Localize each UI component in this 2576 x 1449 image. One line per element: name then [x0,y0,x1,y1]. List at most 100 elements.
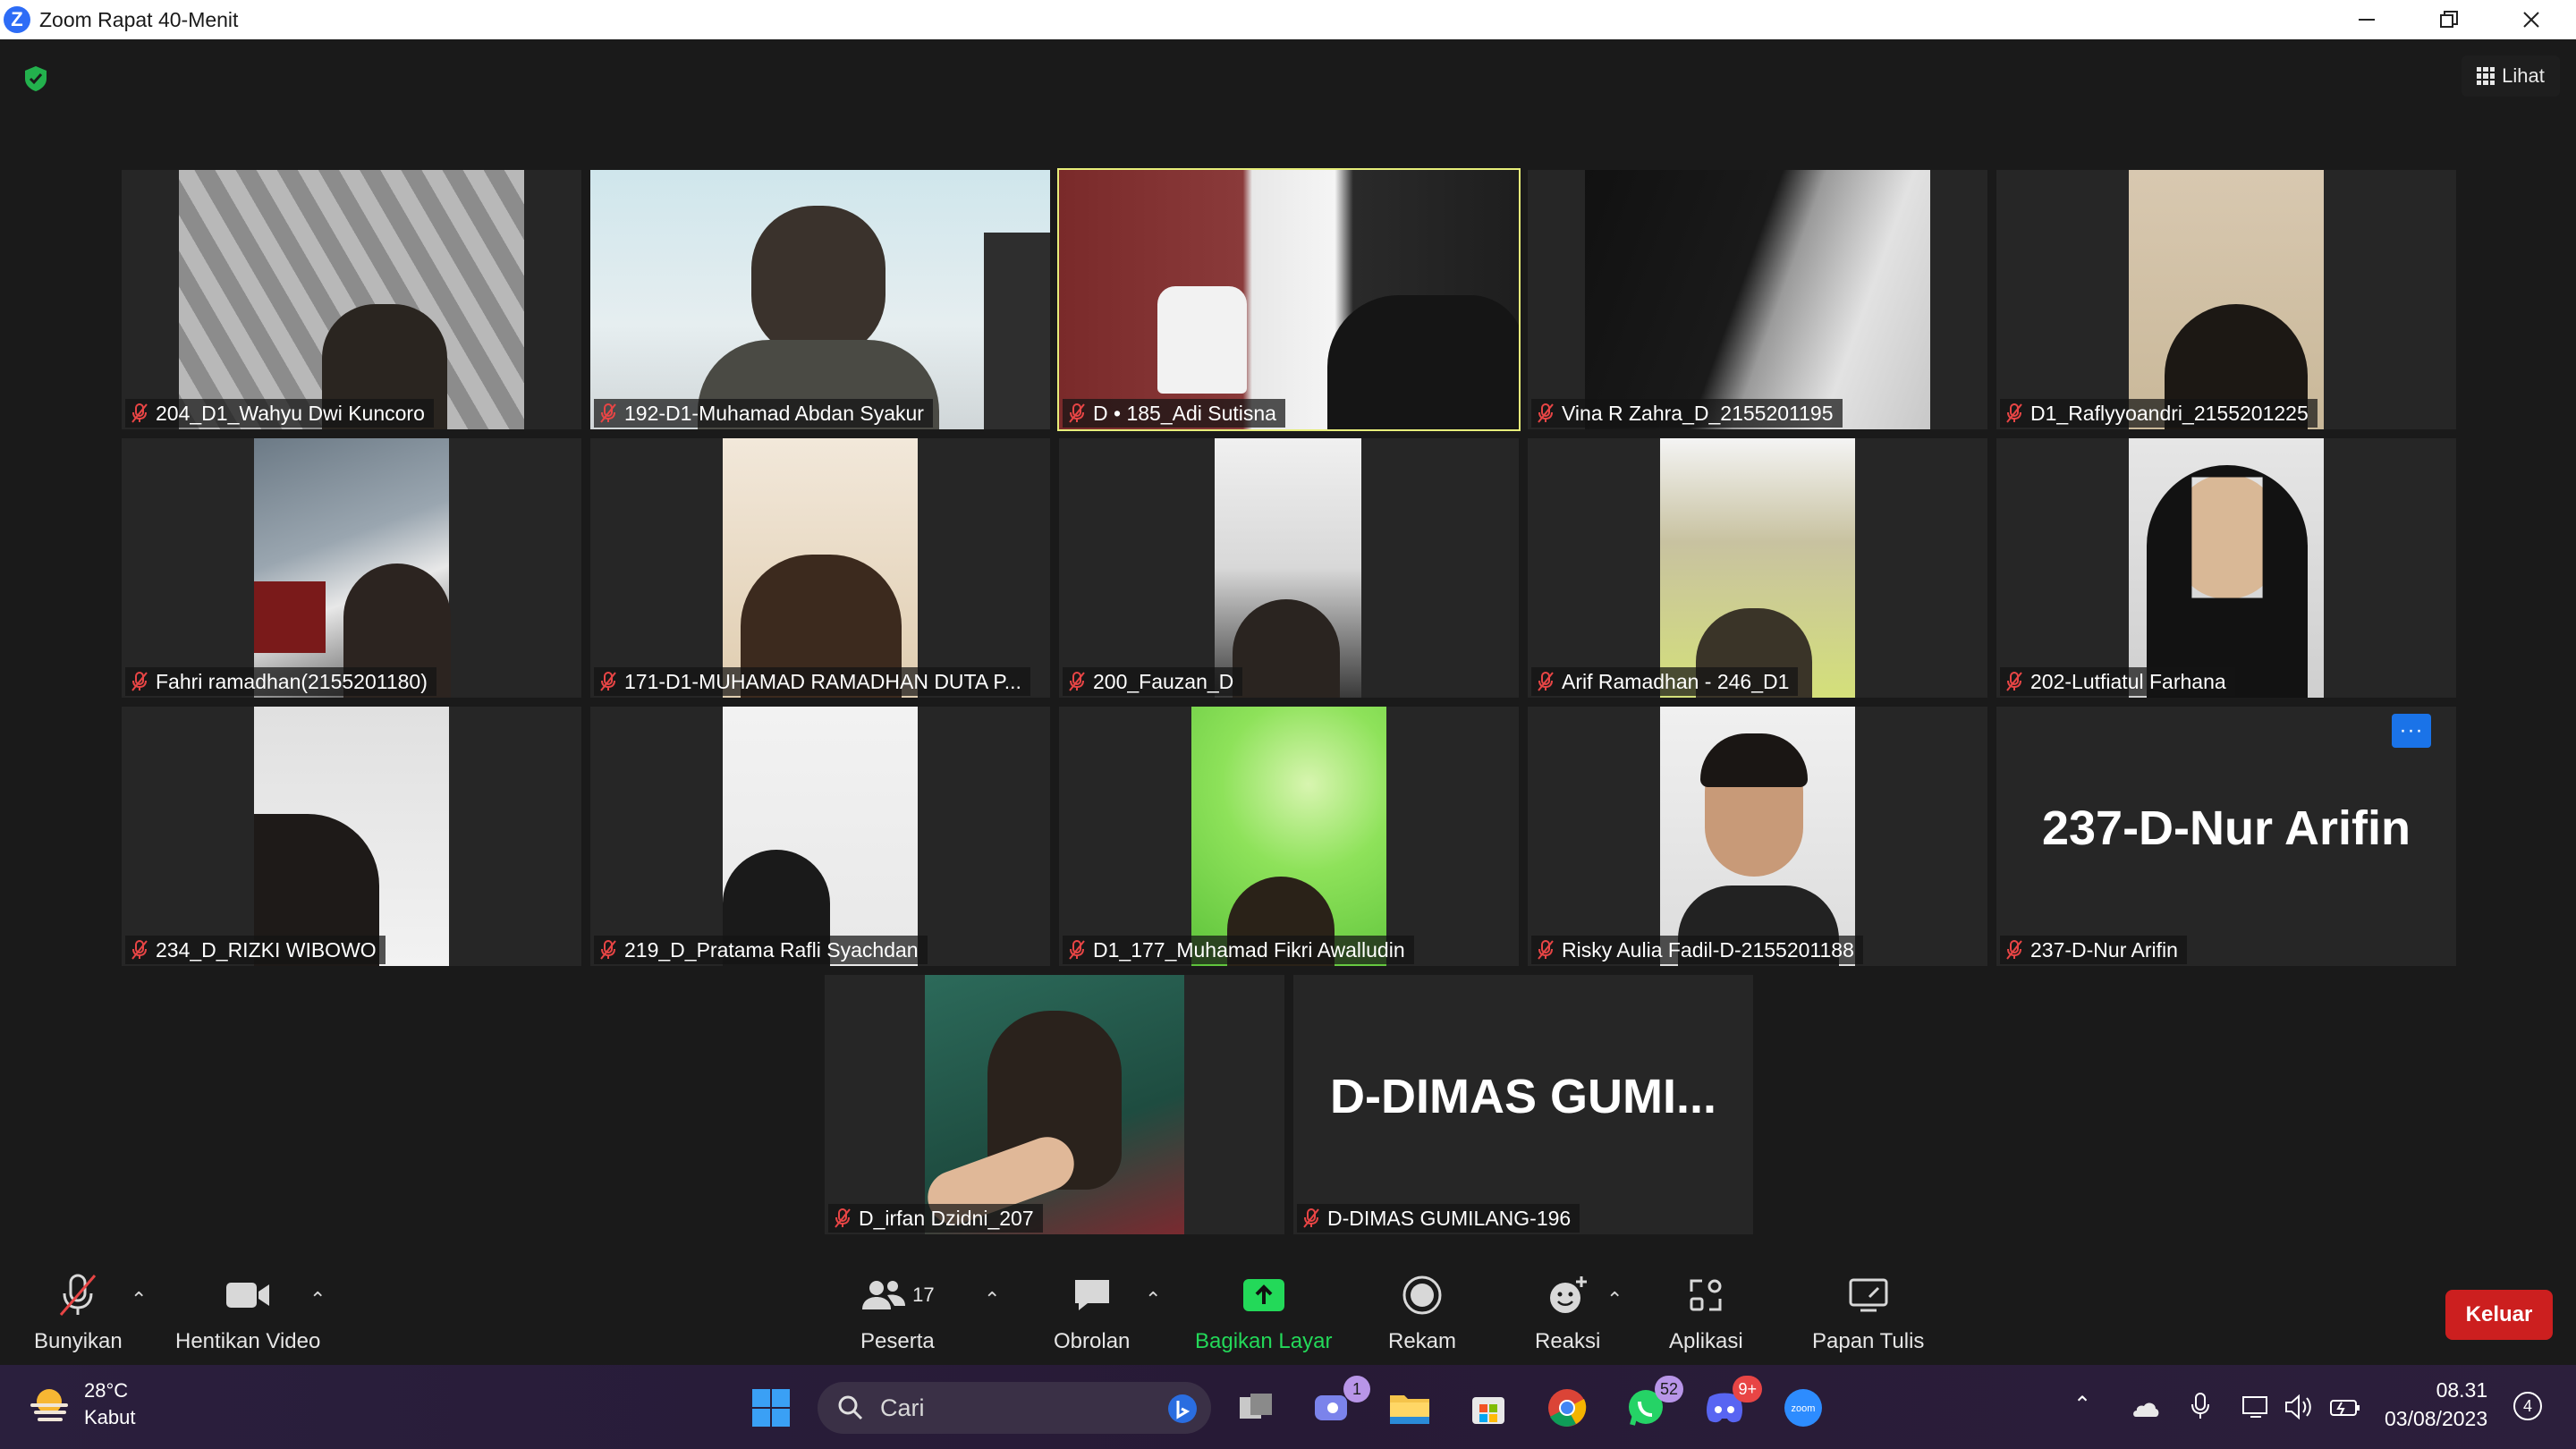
clock-date: 03/08/2023 [2385,1407,2488,1430]
taskbar-chrome[interactable] [1542,1383,1592,1433]
reactions-options-chevron-up-icon[interactable]: ⌃ [1606,1288,1623,1311]
taskbar-whatsapp[interactable]: 52 [1621,1376,1683,1433]
participant-video [1215,438,1361,698]
share-screen-button[interactable]: Bagikan Layar [1195,1268,1332,1354]
search-placeholder: Cari [880,1394,925,1421]
view-button[interactable]: Lihat [2462,55,2560,97]
participant-tile[interactable]: 171-D1-MUHAMAD RAMADHAN DUTA P... [590,438,1050,698]
close-button[interactable] [2490,0,2572,39]
windows-start-button[interactable] [746,1383,796,1433]
participant-tile[interactable]: D1_177_Muhamad Fikri Awalludin [1059,707,1519,966]
stop-video-button[interactable]: Hentikan Video [175,1268,320,1354]
restore-button[interactable] [2408,0,2490,39]
participant-name: 202-Lutfiatul Farhana [2030,669,2226,693]
view-label: Lihat [2502,64,2545,87]
chat-options-chevron-up-icon[interactable]: ⌃ [1145,1288,1161,1311]
chat-button[interactable]: Obrolan [1054,1268,1130,1354]
participant-tile[interactable]: D1_Raflyyoandri_2155201225 [1996,170,2456,429]
encryption-shield-icon[interactable] [21,64,50,93]
muted-mic-icon [131,402,148,424]
participant-nameplate: 234_D_RIZKI WIBOWO [125,936,386,964]
participant-tile[interactable]: 200_Fauzan_D [1059,438,1519,698]
video-options-chevron-up-icon[interactable]: ⌃ [309,1288,326,1311]
muted-mic-icon [2005,939,2023,961]
participant-video [1585,170,1930,429]
participant-tile[interactable]: D-DIMAS GUMI... D-DIMAS GUMILANG-196 [1293,975,1753,1234]
participant-nameplate: D_irfan Dzidni_207 [828,1204,1043,1233]
unmute-button[interactable]: Bunyikan [34,1268,123,1354]
reaction-smiley-icon [1549,1276,1587,1313]
participant-tile[interactable]: 192-D1-Muhamad Abdan Syakur [590,170,1050,429]
show-hidden-icons-chevron-icon[interactable]: ⌃ [2073,1392,2091,1418]
battery-charging-icon[interactable] [2329,1395,2361,1419]
meeting-topbar [0,39,2576,114]
whatsapp-badge: 52 [1654,1376,1683,1402]
participant-tile[interactable]: 204_D1_Wahyu Dwi Kuncoro [122,170,581,429]
weather-fog-icon [30,1389,68,1421]
participant-tile[interactable]: Fahri ramadhan(2155201180) [122,438,581,698]
title-bar: Z Zoom Rapat 40-Menit [0,0,2576,39]
participant-nameplate: D1_Raflyyoandri_2155201225 [2000,399,2318,428]
audio-options-chevron-up-icon[interactable]: ⌃ [131,1288,147,1311]
participant-video [2129,438,2324,698]
tile-more-options-button[interactable]: ··· [2392,714,2431,748]
participant-nameplate: D1_177_Muhamad Fikri Awalludin [1063,936,1414,964]
microphone-tray-icon[interactable] [2190,1392,2211,1420]
restore-icon [2440,11,2458,28]
share-screen-icon [1242,1279,1284,1311]
window-title: Zoom Rapat 40-Menit [39,7,239,31]
taskbar-search-box[interactable]: Cari [818,1382,1211,1434]
taskbar-store[interactable] [1463,1383,1513,1433]
volume-icon[interactable] [2284,1394,2313,1420]
muted-mic-icon [131,939,148,961]
apps-button[interactable]: Aplikasi [1669,1268,1743,1354]
participant-tile[interactable]: 202-Lutfiatul Farhana [1996,438,2456,698]
participant-tile[interactable]: D_irfan Dzidni_207 [825,975,1284,1234]
task-view-icon [1240,1394,1272,1419]
participant-nameplate: 202-Lutfiatul Farhana [2000,667,2235,696]
notification-center-badge[interactable]: 4 [2513,1392,2542,1420]
participant-video [590,170,1050,429]
participant-tile-active-speaker[interactable]: D • 185_Adi Sutisna [1057,168,1521,431]
minimize-button[interactable] [2326,0,2408,39]
chat-label: Obrolan [1054,1329,1131,1353]
onedrive-cloud-icon[interactable] [2129,1397,2161,1419]
taskbar-teams[interactable]: 1 [1308,1376,1370,1433]
participant-tile[interactable]: Vina R Zahra_D_2155201195 [1528,170,1987,429]
search-icon [838,1395,863,1420]
participants-options-chevron-up-icon[interactable]: ⌃ [984,1288,1000,1311]
participants-button[interactable]: 17 Peserta [860,1268,935,1354]
teams-badge: 1 [1343,1376,1370,1402]
leave-meeting-button[interactable]: Keluar [2445,1290,2553,1340]
chrome-icon [1548,1389,1587,1427]
participant-tile[interactable]: 219_D_Pratama Rafli Syachdan [590,707,1050,966]
folder-icon [1390,1395,1429,1424]
muted-mic-icon [1302,1208,1320,1229]
participant-name: 237-D-Nur Arifin [2030,937,2178,962]
reactions-button[interactable]: Reaksi [1535,1268,1600,1354]
participant-name: D1_177_Muhamad Fikri Awalludin [1093,937,1405,962]
muted-mic-icon [1537,939,1555,961]
taskbar-clock[interactable]: 08.31 03/08/2023 [2385,1376,2487,1433]
participant-tile[interactable]: 234_D_RIZKI WIBOWO [122,707,581,966]
whiteboard-label: Papan Tulis [1812,1329,1925,1353]
whiteboard-button[interactable]: Papan Tulis [1812,1268,1924,1354]
taskbar-discord[interactable]: 9+ [1699,1376,1762,1433]
participant-tile[interactable]: Risky Aulia Fadil-D-2155201188 [1528,707,1987,966]
stop-video-label: Hentikan Video [175,1329,321,1353]
record-button[interactable]: Rekam [1388,1268,1456,1354]
taskbar-zoom[interactable]: zoom [1778,1383,1828,1433]
participant-video [179,170,524,429]
participant-tile[interactable]: 237-D-Nur Arifin ··· 237-D-Nur Arifin [1996,707,2456,966]
participant-video [723,707,918,966]
participant-nameplate: D-DIMAS GUMILANG-196 [1297,1204,1580,1233]
network-icon[interactable] [2241,1394,2270,1420]
participant-nameplate: Risky Aulia Fadil-D-2155201188 [1531,936,1863,964]
weather-widget[interactable]: 28°C Kabut [27,1377,136,1431]
participant-display-name: D-DIMAS GUMI... [1330,1070,1716,1123]
participant-nameplate: Arif Ramadhan - 246_D1 [1531,667,1799,696]
participant-tile[interactable]: Arif Ramadhan - 246_D1 [1528,438,1987,698]
taskbar-task-view[interactable] [1231,1383,1281,1433]
participant-name: D-DIMAS GUMILANG-196 [1327,1206,1572,1230]
taskbar-file-explorer[interactable] [1385,1383,1435,1433]
